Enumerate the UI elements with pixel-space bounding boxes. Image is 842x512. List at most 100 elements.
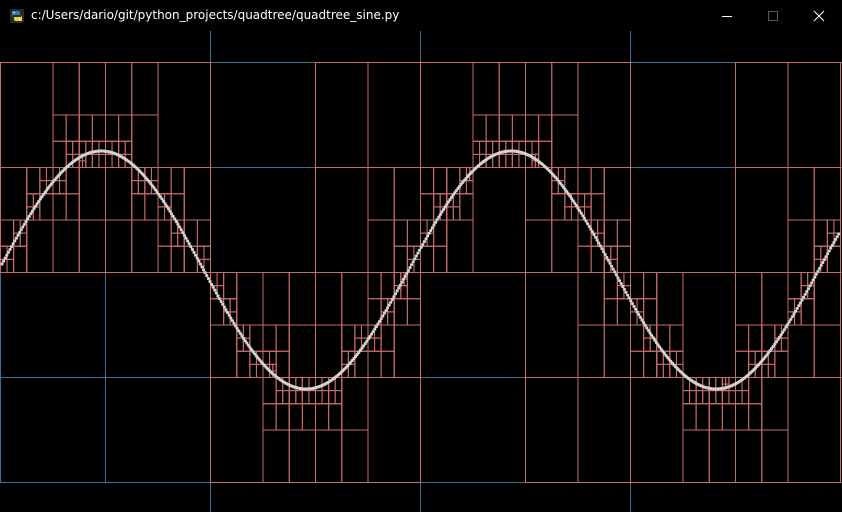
quadtree-node [735, 403, 750, 431]
quadtree-node [288, 403, 303, 431]
quadtree-node [210, 324, 238, 378]
quadtree-node [826, 219, 835, 234]
quadtree-node [511, 114, 526, 142]
quadtree-node [295, 390, 303, 405]
sine-point [395, 289, 399, 293]
quadtree-node [255, 363, 264, 378]
quadtree-node [157, 245, 172, 273]
quadtree-node [498, 114, 513, 142]
sine-point [14, 236, 18, 240]
sine-point [586, 222, 590, 226]
sine-point [626, 293, 630, 297]
sine-point [200, 265, 204, 269]
quadtree-node [525, 167, 553, 221]
quadtree-node [341, 429, 369, 483]
quadtree-node [387, 311, 395, 326]
quadtree-node [341, 272, 369, 326]
quadtree-node [735, 350, 750, 378]
quadtree-node [269, 350, 277, 365]
sine-point [403, 274, 407, 278]
sine-point [8, 247, 12, 252]
quadtree-node [630, 377, 684, 483]
quadtree-node [761, 363, 769, 378]
quadtree-node [400, 285, 408, 300]
maximize-icon [768, 10, 778, 21]
quadtree-node [643, 350, 658, 378]
sine-point [632, 304, 636, 309]
quadtree-node [406, 245, 415, 260]
quadtree-node [85, 153, 93, 168]
quadtree-node [643, 272, 658, 300]
quadtree-node [813, 324, 841, 378]
sine-point [406, 268, 410, 273]
sine-point [208, 279, 212, 284]
quadtree-node [577, 167, 592, 195]
quadtree-node [420, 167, 435, 195]
quadtree-node [249, 363, 257, 378]
quadtree-node [288, 390, 297, 405]
sine-point [794, 309, 798, 313]
sine-point [386, 306, 390, 310]
quadtree-node [183, 245, 198, 273]
sine-point [176, 222, 180, 226]
quadtree-node [354, 324, 362, 339]
quadtree-node [157, 167, 172, 195]
quadtree-node [833, 219, 841, 234]
sine-point [590, 230, 595, 234]
sine-point [800, 298, 804, 302]
quadtree-node [413, 258, 421, 273]
sine-point [226, 311, 230, 315]
quadtree-node [603, 219, 618, 247]
quadtree-node [380, 272, 395, 300]
quadtree-node [52, 193, 67, 221]
sine-point [629, 299, 633, 303]
quadtree-node [315, 167, 369, 273]
quadtree-node [275, 350, 290, 378]
quadtree-node [630, 272, 645, 300]
quadtree-node [131, 62, 159, 116]
quadtree-node [367, 62, 421, 168]
sine-point [414, 254, 418, 258]
title-bar[interactable]: c:/Users/dario/git/python_projects/quadt… [0, 0, 842, 31]
quadtree-node [315, 272, 343, 326]
sine-point [592, 233, 596, 237]
quadtree-node [131, 219, 159, 273]
quadtree-node [577, 193, 586, 208]
sine-point [427, 231, 431, 235]
quadtree-node [616, 219, 631, 247]
sine-point [622, 287, 627, 292]
quadtree-node [321, 390, 330, 405]
quadtree-node [603, 272, 618, 300]
sine-point [173, 217, 177, 221]
maximize-button[interactable] [750, 0, 796, 31]
sine-point [416, 251, 420, 255]
quadtree-node [52, 219, 80, 273]
sine-point [597, 241, 601, 245]
sine-point [426, 234, 430, 238]
sine-point [429, 228, 433, 233]
quadtree-node [315, 62, 369, 168]
quadtree-node [124, 140, 133, 155]
quadtree-node [367, 219, 395, 273]
quadtree-node [131, 114, 159, 168]
quadtree-node [636, 298, 645, 313]
minimize-button[interactable] [704, 0, 750, 31]
quadtree-node [315, 324, 343, 378]
quadtree-node [630, 350, 645, 378]
quadtree-node [131, 180, 139, 195]
sine-point [16, 233, 20, 237]
sine-point [813, 275, 817, 279]
quadtree-node [551, 219, 579, 273]
sine-point [192, 250, 196, 254]
sine-point [638, 315, 643, 319]
quadtree-node [288, 324, 316, 378]
sine-point [605, 255, 609, 260]
quadtree-node [465, 180, 474, 195]
sine-point [194, 253, 198, 257]
quadtree-node [170, 167, 185, 195]
close-button[interactable] [796, 0, 842, 31]
quadtree-node [525, 114, 540, 142]
sine-point [795, 306, 799, 311]
quadtree-node [328, 390, 336, 405]
sine-point [805, 289, 809, 294]
